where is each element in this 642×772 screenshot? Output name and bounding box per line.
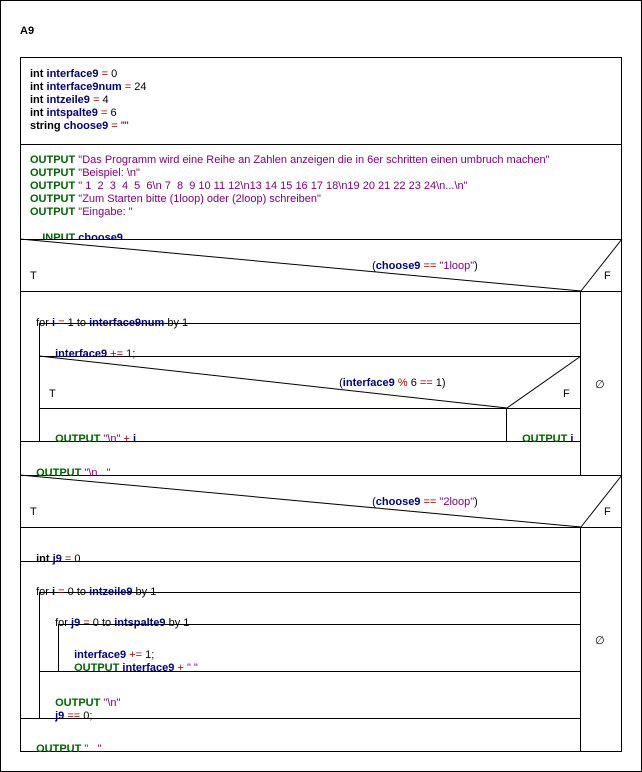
if3-true-label: T (30, 506, 37, 518)
out-dots1-text: OUTPUT "\n..." (36, 467, 111, 479)
if3-diagonal-right (580, 474, 623, 528)
if3-diagonal-left (19, 474, 582, 528)
if1-else-empty: ∅ (595, 379, 605, 391)
if3-else-empty: ∅ (595, 635, 605, 647)
for3-header: for j9 = 0 to intspalte9 by 1 (55, 617, 190, 629)
if1-diagonal-right (580, 238, 623, 292)
if1-diagonal-left (19, 238, 582, 292)
if2-condition: (interface9 % 6 == 1) (339, 377, 446, 389)
after-line-2: j9 == 0; (55, 710, 93, 722)
if3-condition: (choose9 == "2loop") (372, 496, 478, 508)
inner-line-2: OUTPUT interface9 + " " (74, 662, 198, 674)
out-f-text: OUTPUT i (522, 433, 574, 445)
if2-true-label: T (49, 388, 56, 400)
if2-false-label: F (563, 388, 570, 400)
out-t-text: OUTPUT "\n" + i (55, 433, 137, 445)
if1-condition: (choose9 == "1loop") (372, 260, 478, 272)
for2-header: for i = 0 to intzeile9 by 1 (36, 586, 157, 598)
if1-false-label: F (604, 270, 611, 282)
if3-false-label: F (604, 506, 611, 518)
if1-true-label: T (30, 270, 37, 282)
inc1-text: interface9 += 1; (55, 348, 136, 360)
decl-j9-text: int j9 = 0 (36, 553, 81, 565)
out-dots2-text: OUTPUT "..." (36, 743, 102, 755)
for1-header: for i = 1 to interface9num by 1 (36, 317, 189, 329)
if2-diagonal-right (506, 355, 582, 409)
